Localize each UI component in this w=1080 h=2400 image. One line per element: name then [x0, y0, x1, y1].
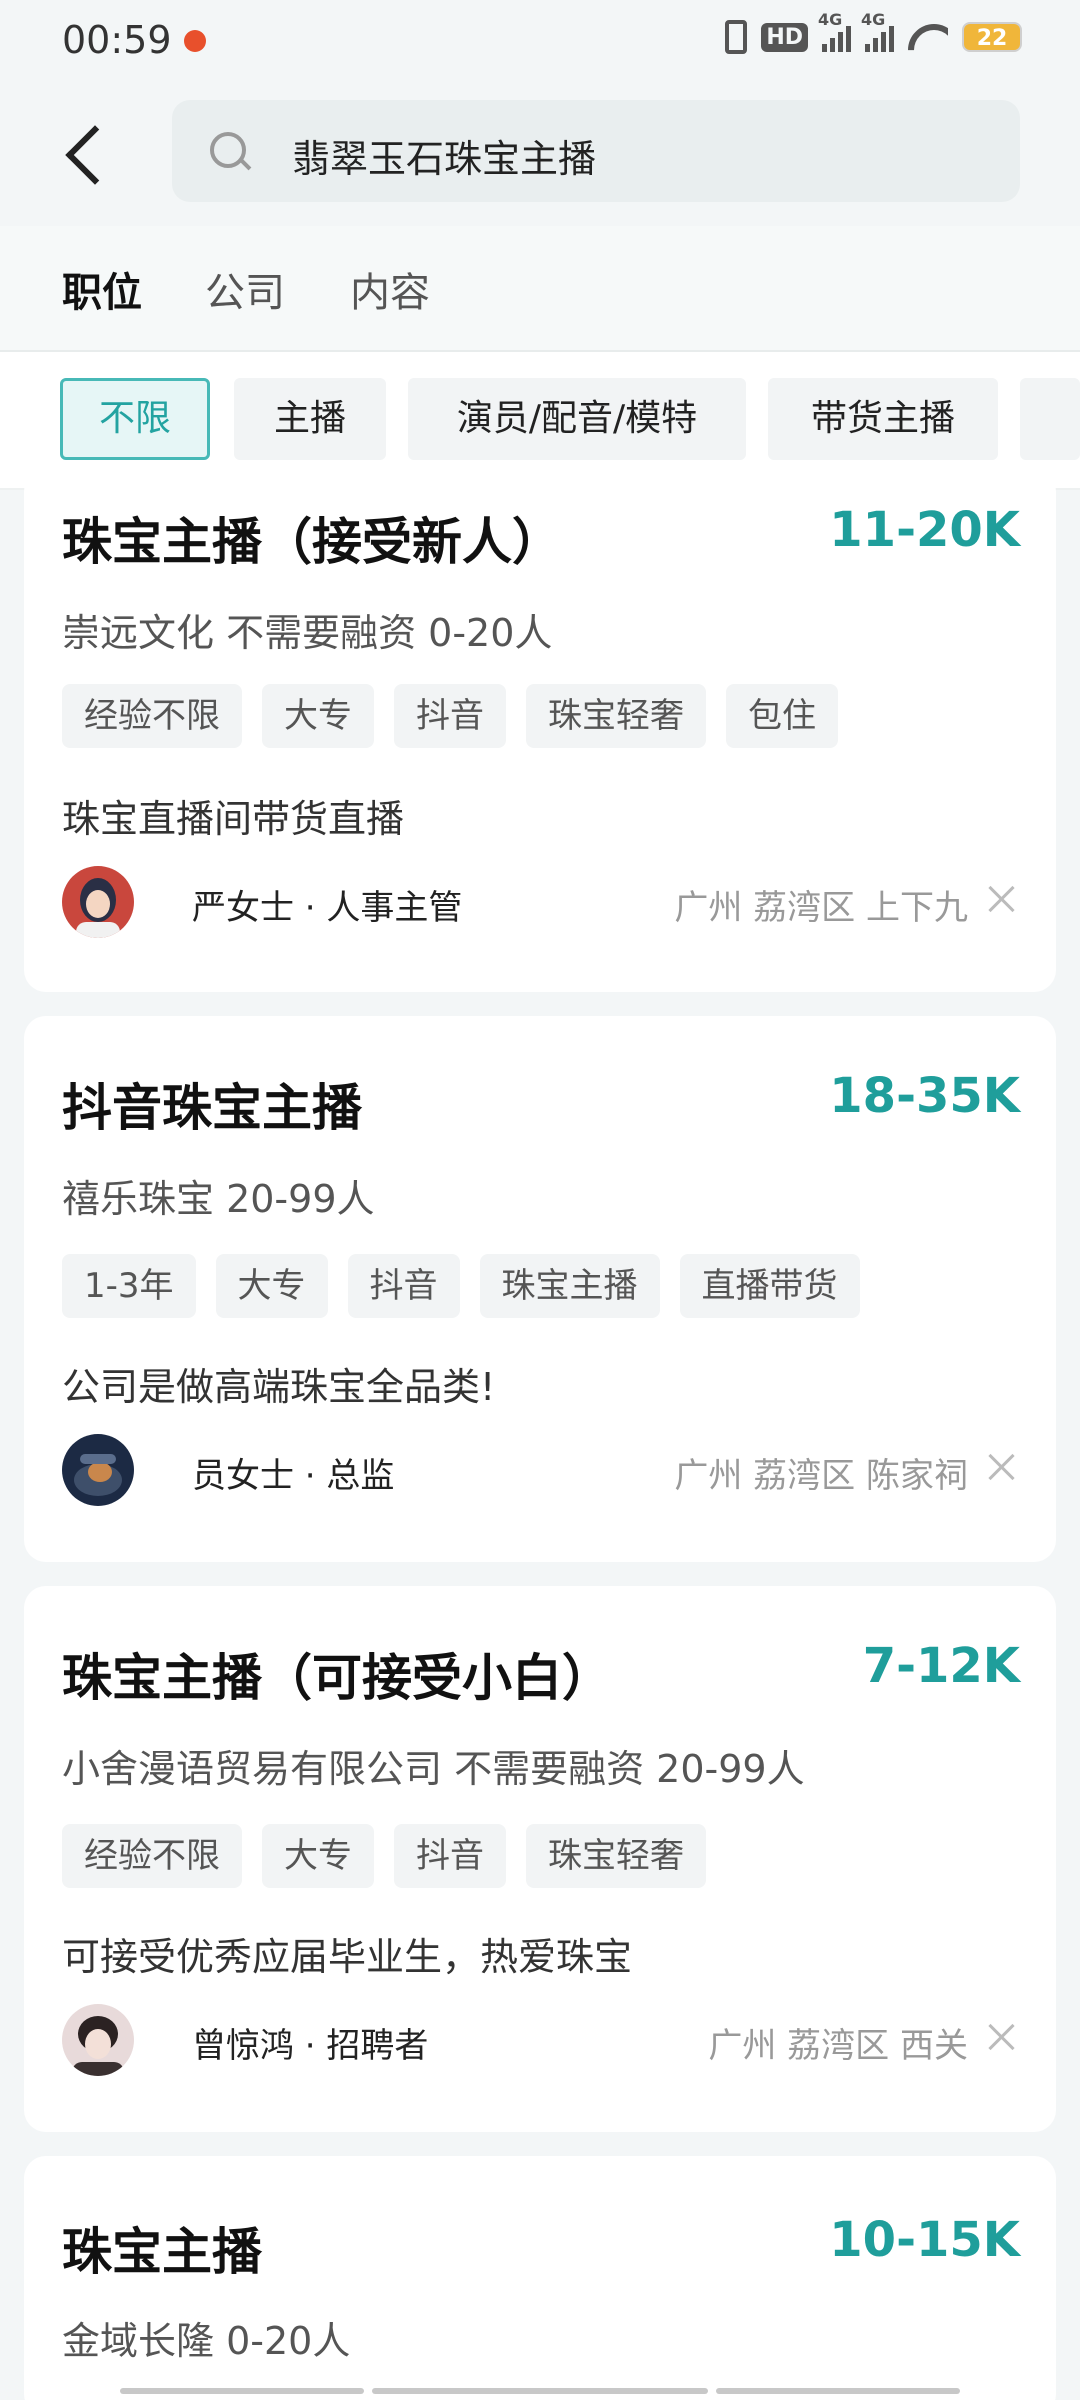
filter-chip-all[interactable]: 不限 [60, 378, 210, 460]
job-tag: 直播带货 [679, 1254, 860, 1318]
recruiter-name: 曾惊鸿 · 招聘者 [192, 2026, 429, 2066]
job-tag: 珠宝轻奢 [526, 1824, 706, 1888]
job-description: 公司是做高端珠宝全品类! [62, 1365, 496, 1409]
close-icon[interactable] [982, 2018, 1022, 2058]
recruiter-name: 严女士 · 人事主管 [192, 888, 463, 928]
job-tag: 经验不限 [62, 1824, 242, 1888]
notification-icon [184, 30, 206, 52]
close-icon[interactable] [982, 880, 1022, 920]
job-tag: 珠宝轻奢 [526, 684, 706, 748]
job-card[interactable]: 珠宝主播 10-15K 金域长隆 0-20人 [24, 2156, 1056, 2400]
company-info: 金域长隆 0-20人 [62, 2319, 351, 2363]
tab-content[interactable]: 内容 [350, 260, 430, 318]
job-tags: 经验不限 大专 抖音 珠宝轻奢 包住 [62, 684, 838, 748]
job-title: 珠宝主播（接受新人） [62, 513, 562, 571]
job-card[interactable]: 珠宝主播（可接受小白） 7-12K 小舍漫语贸易有限公司 不需要融资 20-99… [24, 1586, 1056, 2132]
company-info: 崇远文化 不需要融资 0-20人 [62, 611, 553, 655]
job-card[interactable]: 抖音珠宝主播 18-35K 禧乐珠宝 20-99人 1-3年 大专 抖音 珠宝主… [24, 1016, 1056, 1562]
job-tags: 经验不限 大专 抖音 珠宝轻奢 [62, 1824, 706, 1888]
signal-label: 4G [818, 10, 843, 29]
scroll-indicator [716, 2388, 960, 2394]
job-salary: 7-12K [862, 1638, 1020, 1694]
avatar [62, 866, 134, 938]
scroll-indicator [120, 2388, 364, 2394]
signal-icon: 4G [818, 10, 851, 52]
job-title: 抖音珠宝主播 [62, 1079, 362, 1137]
job-title: 珠宝主播 [62, 2223, 262, 2281]
job-salary: 18-35K [829, 1068, 1020, 1124]
signal-icon-2: 4G [861, 10, 894, 52]
type-tabs: 职位 公司 内容 [0, 226, 1080, 352]
job-location: 广州 荔湾区 陈家祠 [674, 1456, 968, 1496]
job-location: 广州 荔湾区 西关 [708, 2026, 968, 2066]
recruiter-row: 曾惊鸿 · 招聘者 广州 荔湾区 西关 [62, 2004, 1022, 2076]
job-title: 珠宝主播（可接受小白） [62, 1649, 612, 1707]
search-input[interactable]: 翡翠玉石珠宝主播 [172, 100, 1020, 202]
job-tag: 大专 [262, 684, 374, 748]
job-location: 广州 荔湾区 上下九 [674, 888, 968, 928]
close-icon[interactable] [982, 1448, 1022, 1488]
job-tag: 珠宝主播 [479, 1254, 660, 1318]
filter-chip-actor[interactable]: 演员/配音/模特 [408, 378, 746, 460]
back-arrow-icon[interactable] [58, 114, 118, 194]
job-description: 珠宝直播间带货直播 [62, 797, 405, 841]
wifi-icon [908, 22, 948, 52]
job-tags: 1-3年 大专 抖音 珠宝主播 直播带货 [62, 1254, 860, 1318]
status-icons: HD 4G 4G 22 [725, 10, 1022, 54]
recruiter-row: 严女士 · 人事主管 广州 荔湾区 上下九 [62, 866, 1022, 938]
search-query: 翡翠玉石珠宝主播 [292, 137, 597, 181]
signal-label-2: 4G [861, 10, 886, 29]
job-tag: 包住 [726, 684, 838, 748]
avatar [62, 2004, 134, 2076]
job-tag: 抖音 [394, 684, 506, 748]
job-tag: 抖音 [394, 1824, 506, 1888]
status-time: 00:59 [62, 18, 172, 62]
job-tag: 1-3年 [62, 1254, 196, 1318]
filter-chip-host[interactable]: 主播 [234, 378, 386, 460]
recruiter-name: 员女士 · 总监 [192, 1456, 395, 1496]
tab-companies[interactable]: 公司 [205, 260, 285, 318]
hd-icon: HD [761, 22, 808, 52]
tab-jobs[interactable]: 职位 [62, 260, 142, 318]
battery-icon: 22 [962, 22, 1022, 52]
job-description: 可接受优秀应届毕业生，热爱珠宝 [62, 1935, 633, 1979]
scroll-indicator [372, 2388, 708, 2394]
filter-chip-more[interactable] [1020, 378, 1080, 460]
vibrate-icon [725, 20, 748, 54]
job-salary: 10-15K [829, 2212, 1020, 2268]
job-card[interactable]: 珠宝主播（接受新人） 11-20K 崇远文化 不需要融资 0-20人 经验不限 … [24, 470, 1056, 992]
avatar [62, 1434, 134, 1506]
status-bar: 00:59 HD 4G 4G 22 [0, 0, 1080, 86]
recruiter-row: 员女士 · 总监 广州 荔湾区 陈家祠 [62, 1434, 1022, 1506]
company-info: 禧乐珠宝 20-99人 [62, 1177, 375, 1221]
job-tag: 经验不限 [62, 684, 242, 748]
job-tag: 抖音 [347, 1254, 460, 1318]
job-tag: 大专 [215, 1254, 328, 1318]
job-salary: 11-20K [829, 502, 1020, 558]
filter-chip-sales-host[interactable]: 带货主播 [768, 378, 998, 460]
job-tag: 大专 [262, 1824, 374, 1888]
search-icon [210, 132, 248, 170]
company-info: 小舍漫语贸易有限公司 不需要融资 20-99人 [62, 1747, 805, 1791]
search-header: 翡翠玉石珠宝主播 [0, 86, 1080, 226]
